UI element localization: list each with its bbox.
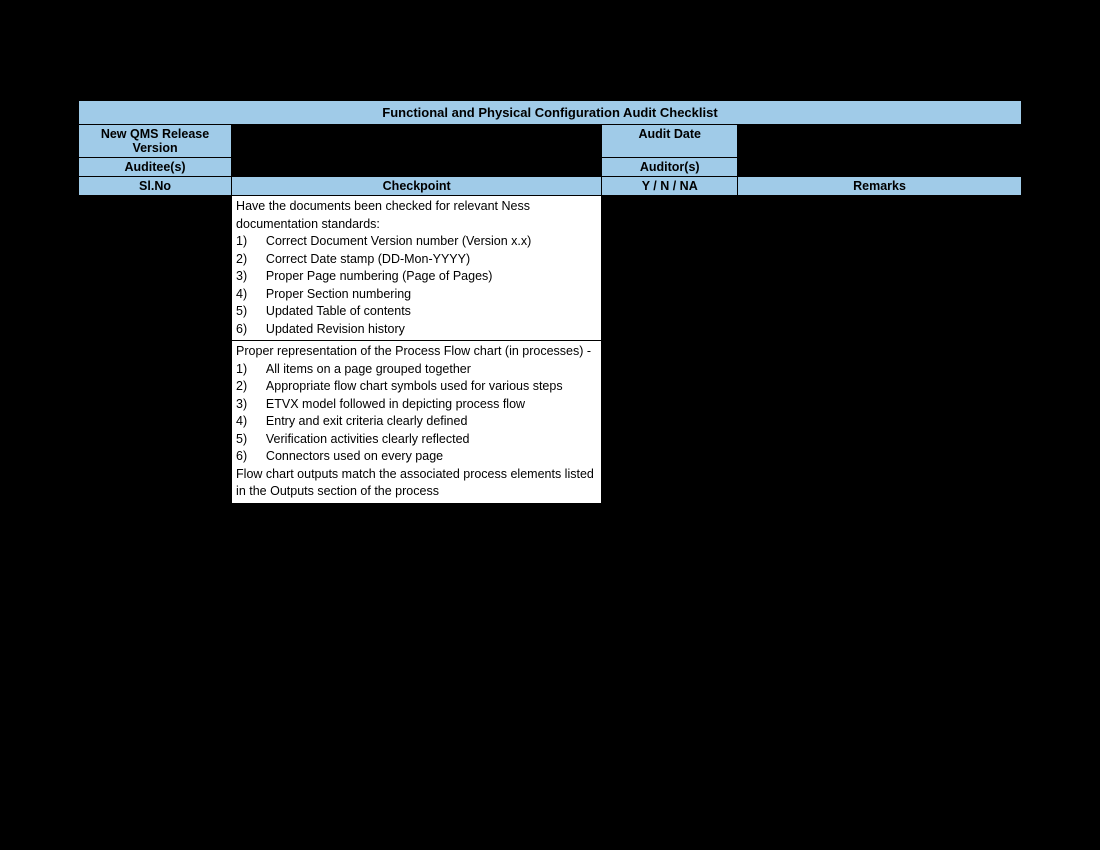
cell-checkpoint: Have the documents been checked for rele… bbox=[232, 196, 602, 341]
value-release-version bbox=[232, 125, 602, 158]
cell-yn bbox=[602, 341, 738, 504]
cell-remarks bbox=[738, 196, 1022, 341]
checklist-row: Proper representation of the Process Flo… bbox=[79, 341, 1022, 504]
checklist-row: Have the documents been checked for rele… bbox=[79, 196, 1022, 341]
value-auditees bbox=[232, 158, 602, 177]
cell-remarks bbox=[738, 341, 1022, 504]
column-header-checkpoint: Checkpoint bbox=[232, 177, 602, 196]
audit-checklist-table: Functional and Physical Configuration Au… bbox=[78, 100, 1022, 504]
value-audit-date bbox=[738, 125, 1022, 158]
cell-slno bbox=[79, 341, 232, 504]
cell-yn bbox=[602, 196, 738, 341]
column-header-remarks: Remarks bbox=[738, 177, 1022, 196]
document-title: Functional and Physical Configuration Au… bbox=[79, 101, 1022, 125]
cell-checkpoint: Proper representation of the Process Flo… bbox=[232, 341, 602, 504]
cell-slno bbox=[79, 196, 232, 341]
column-header-yn: Y / N / NA bbox=[602, 177, 738, 196]
label-auditees: Auditee(s) bbox=[79, 158, 232, 177]
label-release-version: New QMS Release Version bbox=[79, 125, 232, 158]
label-audit-date: Audit Date bbox=[602, 125, 738, 158]
value-auditors bbox=[738, 158, 1022, 177]
label-auditors: Auditor(s) bbox=[602, 158, 738, 177]
column-header-slno: Sl.No bbox=[79, 177, 232, 196]
